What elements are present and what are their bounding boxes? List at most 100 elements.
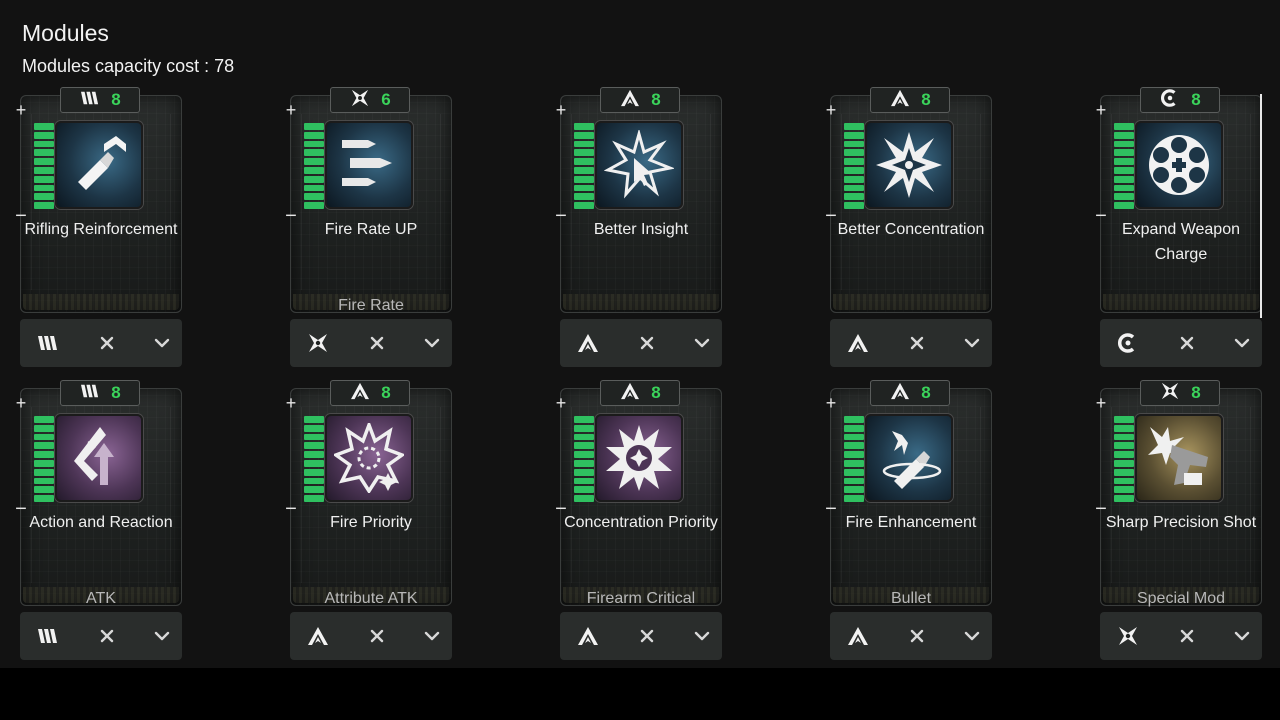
module-action-bar (1100, 612, 1262, 660)
level-up-button[interactable]: + (554, 101, 568, 119)
level-segment (304, 433, 324, 441)
level-segment (1114, 495, 1134, 502)
module-type: Fire Rate (338, 297, 404, 314)
level-down-button[interactable]: − (284, 499, 298, 519)
level-segment (34, 123, 54, 130)
level-segment (574, 416, 594, 423)
module-type: Special Mod (1136, 590, 1226, 607)
level-up-button[interactable]: + (1094, 394, 1108, 412)
module-card[interactable]: 8 + − Expand Weapon Charge (1095, 87, 1280, 367)
revolver-cylinder-icon (1135, 121, 1223, 209)
module-name: Sharp Precision Shot (1105, 514, 1257, 531)
burst-ring-icon (325, 414, 413, 502)
remove-icon[interactable] (910, 336, 924, 350)
level-down-button[interactable]: − (554, 499, 568, 519)
chevron-down-icon[interactable] (154, 631, 170, 641)
module-card[interactable]: 8 + − Sharp Precision Shot Special Mod (1095, 380, 1280, 660)
level-up-button[interactable]: + (284, 394, 298, 412)
almandine-chevron-icon[interactable] (846, 333, 870, 353)
iron-bars-icon[interactable] (36, 333, 60, 353)
level-segment (34, 131, 54, 139)
level-segment (574, 495, 594, 502)
chevron-down-icon[interactable] (694, 338, 710, 348)
level-up-button[interactable]: + (284, 101, 298, 119)
almandine-chevron-icon (619, 382, 641, 405)
level-segment (1114, 459, 1134, 467)
remove-icon[interactable] (370, 629, 384, 643)
almandine-chevron-icon[interactable] (846, 626, 870, 646)
pistol-burst-icon (1135, 414, 1223, 502)
level-segment (574, 149, 594, 157)
remove-icon[interactable] (1180, 629, 1194, 643)
xantic-star-icon[interactable] (1116, 626, 1140, 646)
enhancement-level-bar (304, 123, 324, 209)
cost-value: 8 (921, 90, 931, 109)
level-up-button[interactable]: + (554, 394, 568, 412)
cerulean-ring-icon[interactable] (1116, 333, 1140, 353)
remove-icon[interactable] (640, 629, 654, 643)
almandine-chevron-icon[interactable] (306, 626, 330, 646)
level-down-button[interactable]: − (14, 499, 28, 519)
module-card[interactable]: 8 + − Action and Reaction ATK (15, 380, 200, 660)
level-down-button[interactable]: − (1094, 206, 1108, 226)
level-segment (574, 158, 594, 165)
level-down-button[interactable]: − (554, 206, 568, 226)
chevron-down-icon[interactable] (424, 631, 440, 641)
module-card[interactable]: 8 + − Fire Enhancement Bullet (825, 380, 1010, 660)
level-down-button[interactable]: − (14, 206, 28, 226)
chevron-down-icon[interactable] (424, 338, 440, 348)
level-segment (304, 495, 324, 502)
module-card[interactable]: 8 + − Concentration Priority Firearm Critica… (555, 380, 740, 660)
remove-icon[interactable] (100, 336, 114, 350)
level-segment (34, 486, 54, 494)
chevron-down-icon[interactable] (694, 631, 710, 641)
level-up-button[interactable]: + (824, 394, 838, 412)
chevron-down-icon[interactable] (964, 631, 980, 641)
module-card[interactable]: 8 + − Fire Priority Attribute ATK (285, 380, 470, 660)
xantic-star-icon (1159, 382, 1181, 405)
level-segment (574, 202, 594, 209)
level-segment (574, 193, 594, 201)
level-up-button[interactable]: + (14, 394, 28, 412)
capacity-cost-badge: 8 (60, 380, 140, 406)
scrollbar[interactable] (1260, 94, 1262, 318)
level-up-button[interactable]: + (1094, 101, 1108, 119)
chevron-down-icon[interactable] (964, 338, 980, 348)
remove-icon[interactable] (370, 336, 384, 350)
cost-value: 8 (921, 383, 931, 402)
almandine-chevron-icon[interactable] (576, 333, 600, 353)
level-segment (1114, 424, 1134, 432)
almandine-chevron-icon[interactable] (576, 626, 600, 646)
remove-icon[interactable] (1180, 336, 1194, 350)
remove-icon[interactable] (910, 629, 924, 643)
module-card[interactable]: 6 + − Fire Rate UP Fire Rate (285, 87, 470, 367)
level-up-button[interactable]: + (824, 101, 838, 119)
module-card[interactable]: 8 + − Rifling Reinforcement (15, 87, 200, 367)
module-card[interactable]: 8 + − Better Insight (555, 87, 740, 367)
chevron-down-icon[interactable] (1234, 631, 1250, 641)
level-segment (34, 166, 54, 174)
level-segment (1114, 451, 1134, 458)
level-segment (304, 149, 324, 157)
level-segment (34, 184, 54, 192)
remove-icon[interactable] (640, 336, 654, 350)
level-segment (844, 166, 864, 174)
level-segment (574, 477, 594, 485)
module-card[interactable]: 8 + − Better Concentration (825, 87, 1010, 367)
module-action-bar (560, 612, 722, 660)
xantic-star-icon[interactable] (306, 333, 330, 353)
level-segment (34, 477, 54, 485)
level-down-button[interactable]: − (824, 499, 838, 519)
level-down-button[interactable]: − (284, 206, 298, 226)
level-segment (574, 433, 594, 441)
level-down-button[interactable]: − (824, 206, 838, 226)
chevron-down-icon[interactable] (1234, 338, 1250, 348)
iron-bars-icon[interactable] (36, 626, 60, 646)
remove-icon[interactable] (100, 629, 114, 643)
bullet-upgrade-icon (55, 121, 143, 209)
level-up-button[interactable]: + (14, 101, 28, 119)
level-segment (844, 477, 864, 485)
chevron-down-icon[interactable] (154, 338, 170, 348)
enhancement-level-bar (34, 416, 54, 502)
level-down-button[interactable]: − (1094, 499, 1108, 519)
